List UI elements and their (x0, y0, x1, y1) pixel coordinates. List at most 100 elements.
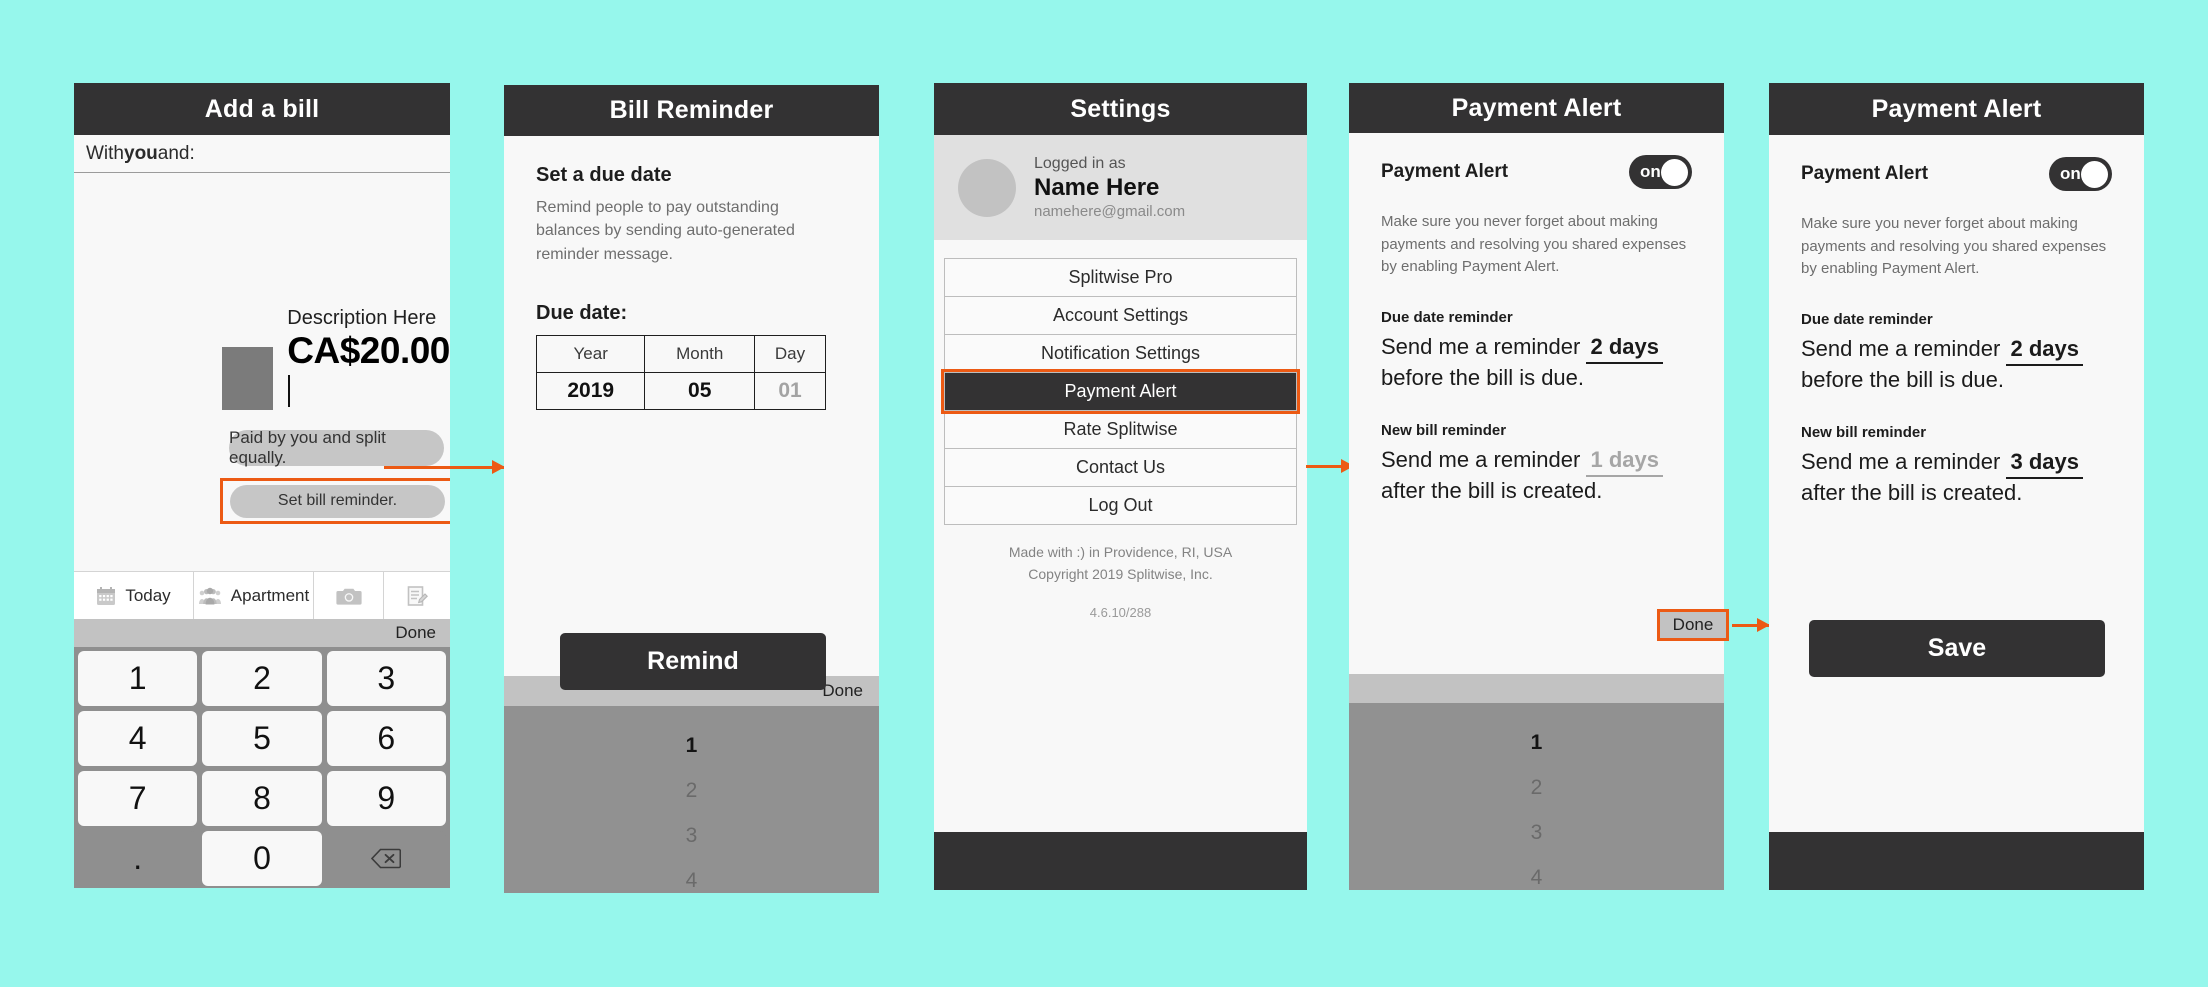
key-9[interactable]: 9 (326, 771, 446, 826)
new-days-input[interactable]: 3 days (2006, 448, 2083, 479)
value-year[interactable]: 2019 (535, 371, 646, 410)
picker-option[interactable]: 3 (686, 824, 698, 848)
account-name: Name Here (1034, 174, 1160, 201)
flow-arrow-3 (1732, 618, 1770, 632)
keyboard-done-button[interactable]: Done (395, 623, 436, 643)
due-days-input[interactable]: 2 days (1586, 333, 1663, 365)
settings-menu: Splitwise Pro Account Settings Notificat… (934, 240, 1307, 620)
picker-done-button: Done (1672, 615, 1714, 634)
remind-button[interactable]: Remind (560, 633, 826, 691)
key-1[interactable]: 1 (78, 651, 198, 706)
bill-texts: Description Here CA$20.00 (287, 307, 450, 410)
picker-option-selected[interactable]: 1 (1531, 731, 1543, 755)
toggle-state-label: on (1640, 162, 1661, 182)
menu-item-account-settings[interactable]: Account Settings (944, 296, 1297, 335)
menu-item-splitwise-pro[interactable]: Splitwise Pro (944, 258, 1297, 297)
new-bill-reminder-label: New bill reminder (1381, 422, 1507, 440)
toolbar-note-button[interactable] (384, 572, 450, 619)
add-bill-toolbar: Today Apartment (74, 571, 450, 619)
save-button-label: Save (1927, 634, 1987, 662)
account-email: namehere@gmail.com (1034, 203, 1186, 220)
new-reminder-prefix: Send me a reminder (1801, 448, 2001, 474)
logged-in-as-label: Logged in as (1034, 155, 1126, 172)
bill-reminder-content: Set a due date Remind people to pay outs… (504, 136, 879, 410)
picker-done-button[interactable]: Done (822, 681, 863, 701)
menu-item-payment-alert[interactable]: Payment Alert (941, 369, 1300, 414)
new-reminder-suffix: after the bill is created. (1801, 479, 2023, 505)
due-date-reminder-section: Due date reminder Send me a reminder 2 d… (1801, 311, 2112, 394)
key-4[interactable]: 4 (78, 711, 198, 766)
paid-by-split-button[interactable]: Paid by you and split equally. (229, 428, 444, 467)
bill-description-input[interactable]: Description Here (287, 307, 450, 330)
new-reminder-prefix: Send me a reminder (1381, 447, 1581, 473)
toolbar-date-label: Today (125, 585, 171, 605)
key-6[interactable]: 6 (326, 711, 446, 766)
camera-icon (335, 586, 362, 606)
due-date-reminder-sentence: Send me a reminder 2 days before the bil… (1801, 335, 2112, 394)
payment-alert-toggle[interactable]: on (1629, 155, 1692, 190)
made-with-line-1: Made with :) in Providence, RI, USA (1008, 544, 1233, 560)
made-with-line-2: Copyright 2019 Splitwise, Inc. (1028, 565, 1213, 582)
keyboard-done-bar: Done (74, 619, 450, 647)
table-row: 2019 05 01 (535, 371, 826, 410)
avatar[interactable] (958, 158, 1016, 217)
menu-item-notification-settings[interactable]: Notification Settings (944, 334, 1297, 373)
new-days-unit: days (1608, 447, 1659, 473)
picker-option[interactable]: 3 (1531, 821, 1543, 845)
day-picker-wheel[interactable]: 1 2 3 4 (504, 706, 879, 893)
set-bill-reminder-button[interactable]: Set bill reminder. (230, 484, 445, 518)
picker-option[interactable]: 2 (686, 779, 698, 803)
note-icon (406, 585, 428, 607)
screenshot-stage: Add a bill With you and: Description Her… (0, 0, 2208, 987)
key-5[interactable]: 5 (202, 711, 322, 766)
due-days-unit: days (1608, 333, 1659, 359)
new-bill-reminder-section: New bill reminder Send me a reminder 3 d… (1801, 424, 2112, 507)
toolbar-group-button[interactable]: Apartment (194, 572, 314, 619)
key-decimal[interactable]: . (78, 831, 198, 886)
menu-item-log-out[interactable]: Log Out (944, 486, 1297, 525)
new-days-input[interactable]: 1 days (1586, 446, 1663, 478)
days-picker-wheel[interactable]: 1 2 3 4 (1349, 703, 1724, 890)
key-3[interactable]: 3 (326, 651, 446, 706)
value-day[interactable]: 01 (754, 371, 826, 410)
page-title: Payment Alert (1451, 93, 1622, 122)
picker-option[interactable]: 2 (1531, 776, 1543, 800)
navbar-settings: Settings (934, 83, 1307, 135)
menu-item-contact-us[interactable]: Contact Us (944, 448, 1297, 487)
key-7[interactable]: 7 (78, 771, 198, 826)
screen-payment-alert-save: Payment Alert Payment Alert on Make sure… (1769, 83, 2144, 890)
due-reminder-prefix: Send me a reminder (1381, 333, 1581, 359)
toolbar-date-button[interactable]: Today (74, 572, 194, 619)
account-header[interactable]: Logged in as Name Here namehere@gmail.co… (934, 135, 1307, 240)
bill-amount-input[interactable]: CA$20.00 (287, 331, 450, 410)
key-2[interactable]: 2 (202, 651, 322, 706)
payment-alert-toggle-row: Payment Alert on (1801, 157, 2112, 191)
due-days-input[interactable]: 2 days (2006, 335, 2083, 366)
delete-icon (371, 848, 402, 869)
due-date-reminder-label: Due date reminder (1801, 310, 1933, 328)
due-days-value: 2 (1590, 333, 1603, 359)
bill-reminder-body: Set a due date Remind people to pay outs… (504, 136, 879, 691)
due-date-reminder-section: Due date reminder Send me a reminder 2 d… (1381, 309, 1692, 392)
picker-option[interactable]: 4 (686, 869, 698, 893)
bill-thumbnail[interactable] (222, 346, 274, 410)
payment-alert-toggle[interactable]: on (2049, 157, 2112, 191)
toolbar-camera-button[interactable] (314, 572, 384, 619)
picker-option[interactable]: 4 (1531, 866, 1543, 890)
due-reminder-suffix: before the bill is due. (1381, 365, 1585, 391)
new-reminder-suffix: after the bill is created. (1381, 478, 1603, 504)
payment-alert-toggle-row: Payment Alert on (1381, 155, 1692, 190)
toolbar-group-label: Apartment (230, 585, 310, 605)
new-bill-reminder-section: New bill reminder Send me a reminder 1 d… (1381, 422, 1692, 505)
key-delete[interactable] (326, 831, 446, 886)
value-month[interactable]: 05 (644, 371, 756, 410)
picker-option-selected[interactable]: 1 (686, 734, 698, 758)
key-0[interactable]: 0 (202, 831, 322, 886)
key-8[interactable]: 8 (202, 771, 322, 826)
picker-done-highlight[interactable]: Done (1657, 609, 1729, 641)
with-people-row[interactable]: With you and: (74, 135, 450, 173)
save-button[interactable]: Save (1809, 620, 2105, 677)
app-version: 4.6.10/288 (1089, 605, 1152, 621)
due-date-reminder-sentence: Send me a reminder 2 days before the bil… (1381, 333, 1692, 392)
menu-item-rate-splitwise[interactable]: Rate Splitwise (944, 410, 1297, 449)
